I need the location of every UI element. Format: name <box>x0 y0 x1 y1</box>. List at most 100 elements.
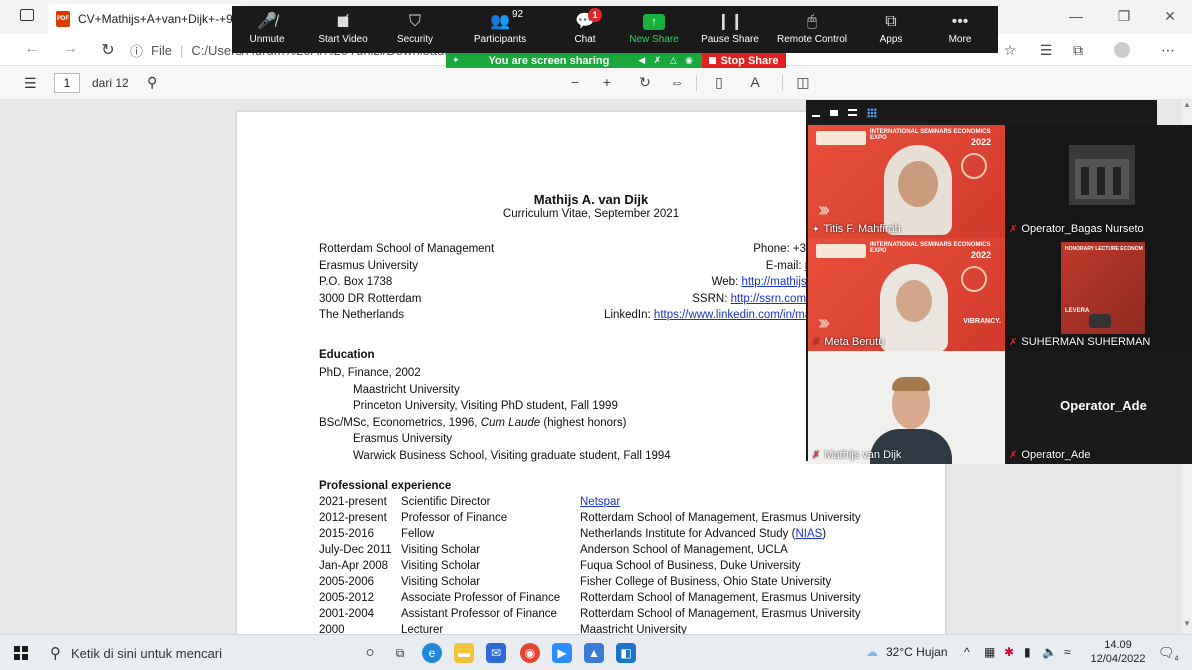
more-button[interactable]: ••• More <box>926 6 994 53</box>
pin-icon[interactable]: ✦ <box>452 55 460 66</box>
participant-name: ✗ Meta Berutu <box>812 336 885 348</box>
zoom-in-icon[interactable]: + <box>596 74 618 90</box>
security-button[interactable]: ⛉ Security <box>384 6 446 53</box>
experience-row: Jan-Apr 2008 Visiting Scholar Fuqua School… <box>319 560 801 572</box>
more-options-icon[interactable]: ⋯ <box>1158 42 1178 59</box>
mail-icon[interactable]: ✉ <box>486 643 506 663</box>
stop-icon <box>709 57 717 64</box>
chevron-decoration: ››› <box>818 312 830 334</box>
ssrn: SSRN: http://ssrn.com/autho <box>692 292 838 305</box>
table-of-contents-icon[interactable]: ☰ <box>24 75 37 92</box>
new-share-button[interactable]: ↑ New Share <box>616 6 692 53</box>
add-favorite-icon[interactable]: ☆ <box>1000 42 1020 59</box>
chrome-icon[interactable]: ◉ <box>520 643 540 663</box>
phone: Phone: +31 10 4 <box>753 243 838 255</box>
browser-tab[interactable]: PDF CV+Mathijs+A+van+Dijk+-+9S <box>48 4 243 34</box>
chat-button[interactable]: 💬 1 Chat <box>554 6 616 53</box>
participant-display-name: Operator_Ade <box>1060 398 1147 413</box>
taskbar-search[interactable]: ⚲ Ketik di sini untuk mencari <box>40 635 340 670</box>
wifi-icon[interactable]: ≈ <box>1064 645 1071 659</box>
strip-view-icon[interactable] <box>848 109 857 116</box>
text-icon[interactable]: ◫ <box>792 74 814 91</box>
edge-icon[interactable]: e <box>422 643 442 663</box>
favorites-icon[interactable]: ☰ <box>1036 42 1056 59</box>
weather-text[interactable]: 32°C Hujan <box>886 645 948 659</box>
time: 14.09 <box>1104 639 1132 651</box>
pin-icon: ✦ <box>812 223 820 234</box>
mic-muted-icon: ✗ <box>1009 223 1018 235</box>
clock[interactable]: 14.09 12/04/2022 <box>1088 638 1148 666</box>
start-button[interactable] <box>14 646 28 660</box>
zoom-app-icon[interactable]: ▶ <box>552 643 572 663</box>
shared-image-thumbnail <box>1069 145 1135 205</box>
collections-icon[interactable]: ⧉ <box>1068 42 1088 59</box>
network-icon[interactable]: ▦ <box>984 645 995 659</box>
remote-control-button[interactable]: 🖱 Remote Control <box>768 6 856 53</box>
refresh-icon[interactable]: ↻ <box>98 40 118 60</box>
file-explorer-icon[interactable]: ▬ <box>454 643 474 663</box>
search-placeholder: Ketik di sini untuk mencari <box>71 645 223 661</box>
fit-page-icon[interactable]: ⇔ <box>666 74 688 90</box>
mic-muted-icon: ✗ <box>812 449 821 461</box>
minimize-icon[interactable]: — <box>1066 8 1086 24</box>
education-item: Erasmus University <box>353 433 453 445</box>
cortana-icon[interactable]: ○ <box>360 643 380 663</box>
zoom-out-icon[interactable]: − <box>564 74 586 90</box>
mouse-icon: 🖱 <box>807 13 817 30</box>
volume-icon[interactable]: 🔈 <box>1042 645 1057 659</box>
store-icon[interactable]: ◧ <box>616 643 636 663</box>
battery-icon[interactable]: ▮ <box>1024 645 1031 659</box>
participant-tile[interactable]: INTERNATIONAL SEMINARS ECONOMICS EXPO 20… <box>808 238 1005 351</box>
event-logo <box>816 131 866 145</box>
netspar-link[interactable]: Netspar <box>580 496 620 508</box>
apps-button[interactable]: ⧉ Apps <box>856 6 926 53</box>
scroll-up-icon[interactable]: ▲ <box>1183 100 1191 109</box>
share-arrow-icon: ↑ <box>643 14 665 30</box>
zoom-meeting-toolbar: 🎤̸ Unmute ◼̸ Start Video ⛉ Security 👥 92… <box>232 6 998 53</box>
shared-image-thumbnail: HONORARY LECTURE ECONOM LEVERA <box>1061 242 1145 334</box>
scroll-down-icon[interactable]: ▼ <box>1183 619 1191 628</box>
participant-tile[interactable]: ✗ Mathijs van Dijk <box>808 351 1005 464</box>
participant-tile[interactable]: Operator_Ade ✗ Operator_Ade <box>1005 351 1192 464</box>
unmute-button[interactable]: 🎤̸ Unmute <box>232 6 302 53</box>
task-view-icon[interactable]: ⧉ <box>390 643 410 663</box>
participant-tile[interactable]: INTERNATIONAL SEMINARS ECONOMICS EXPO 20… <box>808 125 1005 238</box>
participants-icon: 👥 <box>490 13 510 30</box>
search-icon[interactable]: ⚲ <box>147 74 157 91</box>
photos-icon[interactable]: ▲ <box>584 643 604 663</box>
participant-tile[interactable]: ✗ Operator_Bagas Nurseto <box>1005 125 1192 238</box>
stop-share-button[interactable]: Stop Share <box>702 53 786 68</box>
web: Web: http://mathijsavand <box>711 276 838 288</box>
back-icon[interactable]: ← <box>22 40 42 58</box>
close-icon[interactable]: ✕ <box>1160 8 1180 25</box>
tab-actions-icon[interactable] <box>20 9 34 21</box>
gallery-view-icon[interactable] <box>867 107 877 118</box>
education-list: PhD, Finance, 2002 Maastricht University… <box>319 365 671 464</box>
speaker-view-icon[interactable] <box>830 109 838 116</box>
participant-name: ✦ Titis F. Mahfirah <box>812 223 901 235</box>
show-hidden-icons[interactable]: ^ <box>964 645 970 659</box>
weather-icon[interactable]: ☁ <box>866 645 878 659</box>
experience-row: 2005-2006 Visiting Scholar Fisher College … <box>319 576 832 588</box>
restore-icon[interactable]: ❐ <box>1114 8 1134 25</box>
nias-link[interactable]: NIAS <box>795 528 822 540</box>
decorative-circle <box>961 153 987 179</box>
participant-name: ✗ Mathijs van Dijk <box>812 449 902 461</box>
start-video-button[interactable]: ◼̸ Start Video <box>302 6 384 53</box>
experience-row: 2021-present Scientific Director Netspar <box>319 496 621 508</box>
profile-avatar[interactable] <box>1114 42 1130 58</box>
participants-button[interactable]: 👥 92 Participants <box>446 6 554 53</box>
antivirus-icon[interactable]: ✱ <box>1004 645 1014 659</box>
read-aloud-icon[interactable]: A <box>744 74 766 90</box>
info-icon[interactable]: ⓘ <box>130 41 143 60</box>
participant-tile[interactable]: HONORARY LECTURE ECONOM LEVERA ✗ SUHERMAN… <box>1005 238 1192 351</box>
notifications-icon[interactable]: 🗨4 <box>1158 645 1178 663</box>
video-off-icon: ◼̸ <box>336 13 350 30</box>
rotate-icon[interactable]: ↻ <box>634 74 656 91</box>
sharing-controls-icon[interactable]: ◀ ✗ △ ◉ <box>638 55 696 66</box>
pause-share-button[interactable]: ❙❙ Pause Share <box>692 6 768 53</box>
page-view-icon[interactable]: ▯ <box>708 74 730 91</box>
page-number-input[interactable]: 1 <box>54 73 80 93</box>
forward-icon[interactable]: → <box>60 40 80 58</box>
minimize-video-icon[interactable] <box>812 114 820 117</box>
